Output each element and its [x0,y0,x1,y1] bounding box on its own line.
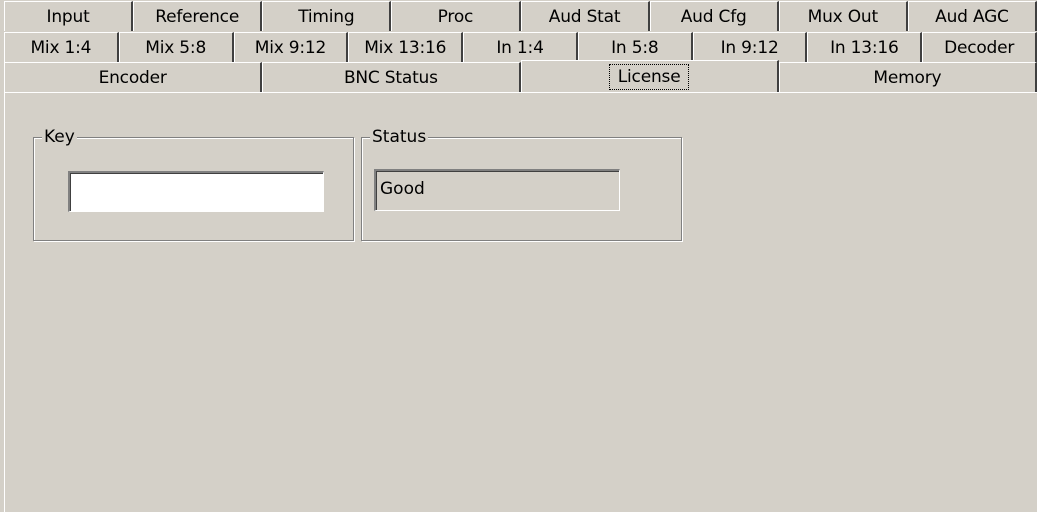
tab-label: Aud AGC [935,6,1009,27]
tab-decoder[interactable]: Decoder [922,32,1037,62]
tab-label: Input [46,6,90,27]
property-window: Input Reference Timing Proc Aud Stat Aud… [0,0,1037,512]
tab-aud-agc[interactable]: Aud AGC [907,1,1037,31]
tab-label: Mix 1:4 [30,37,92,58]
tab-encoder[interactable]: Encoder [4,62,263,92]
tab-aud-cfg[interactable]: Aud Cfg [649,1,779,31]
tab-label: Reference [155,6,240,27]
tab-label: Mix 13:16 [364,37,447,58]
tab-in-1-4[interactable]: In 1:4 [463,32,578,62]
tab-license[interactable]: License [520,60,779,92]
tab-in-5-8[interactable]: In 5:8 [577,32,693,62]
tab-bnc-status[interactable]: BNC Status [262,62,521,92]
tab-mix-1-4[interactable]: Mix 1:4 [4,32,119,62]
tab-memory[interactable]: Memory [778,62,1037,92]
status-group-label: Status [370,127,429,147]
tab-label: License [608,63,690,90]
tab-timing[interactable]: Timing [262,1,392,31]
tab-label: In 1:4 [496,37,544,58]
tab-label: BNC Status [343,67,438,88]
license-status-field: Good [374,169,620,211]
tab-reference[interactable]: Reference [133,1,263,31]
tab-label: Encoder [98,67,167,88]
tab-label: Decoder [944,37,1015,58]
tab-row-1: Input Reference Timing Proc Aud Stat Aud… [4,1,1037,31]
tab-input[interactable]: Input [4,1,134,31]
tab-mux-out[interactable]: Mux Out [778,1,908,31]
tab-label: Mix 9:12 [254,37,327,58]
tab-label: In 9:12 [720,37,779,58]
tab-mix-13-16[interactable]: Mix 13:16 [348,32,464,62]
tab-label: Aud Cfg [680,6,747,27]
tab-aud-stat[interactable]: Aud Stat [520,1,650,31]
tab-mix-5-8[interactable]: Mix 5:8 [118,32,234,62]
key-groupbox: Key [33,127,354,241]
tab-label: Timing [298,6,355,27]
tab-row-2: Mix 1:4 Mix 5:8 Mix 9:12 Mix 13:16 In 1:… [4,32,1037,62]
tab-proc[interactable]: Proc [391,1,521,31]
tab-label: Proc [437,6,474,27]
tab-label: In 5:8 [611,37,659,58]
tab-label: Memory [873,67,942,88]
status-groupbox: Status Good [361,127,682,241]
tab-row-3: Encoder BNC Status License Memory [4,60,1037,92]
tab-label: Mix 5:8 [145,37,207,58]
tab-label: Mux Out [807,6,879,27]
key-group-label: Key [42,127,77,147]
tab-label: Aud Stat [548,6,621,27]
tab-label: In 13:16 [830,37,899,58]
tab-in-13-16[interactable]: In 13:16 [807,32,923,62]
tab-in-9-12[interactable]: In 9:12 [692,32,808,62]
license-key-input[interactable] [68,171,324,212]
license-panel: Key Status Good [4,92,1037,512]
tab-mix-9-12[interactable]: Mix 9:12 [233,32,349,62]
